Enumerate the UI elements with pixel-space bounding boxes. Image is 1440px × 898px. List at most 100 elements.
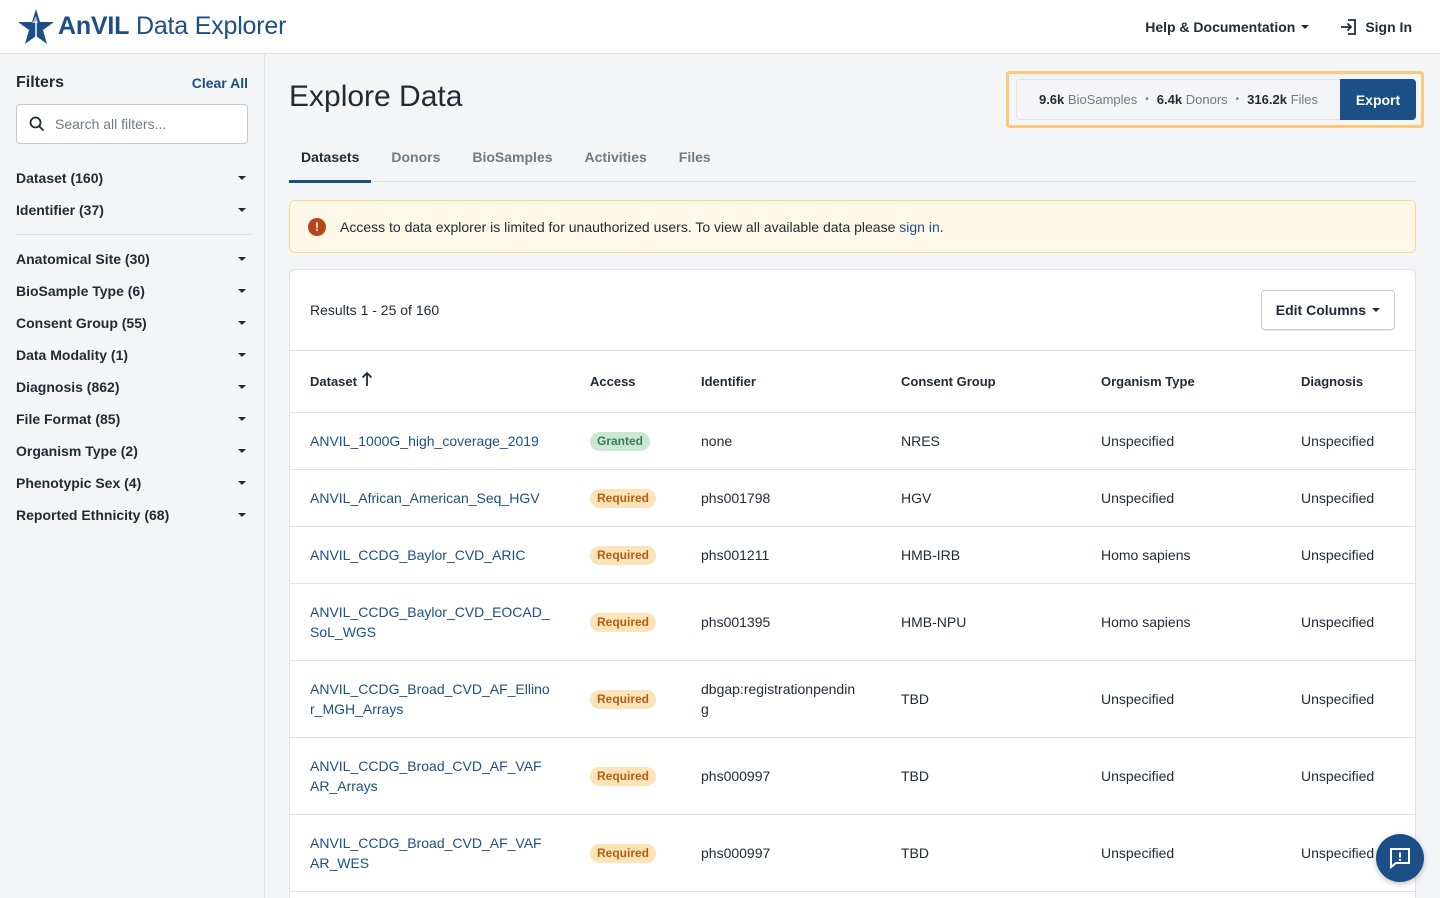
biosamples-count: 9.6k — [1038, 92, 1065, 107]
sort-arrow-icon[interactable] — [361, 371, 373, 392]
identifier-cell: none — [681, 412, 881, 470]
table-header-row: Dataset Access Identifier Consent Group Orga… — [290, 351, 1415, 413]
filter-item[interactable]: Organism Type (2) — [16, 435, 248, 467]
filter-search-box[interactable] — [16, 104, 248, 144]
consent-group-cell: NRES — [881, 412, 1081, 470]
dataset-link[interactable]: ANVIL_1000G_high_coverage_2019 — [310, 433, 539, 449]
access-badge: Required — [590, 489, 657, 508]
filter-item-label: Anatomical Site (30) — [16, 251, 150, 267]
column-header-label: Diagnosis — [1301, 373, 1364, 389]
filter-item[interactable]: Consent Group (55) — [16, 307, 248, 339]
diagnosis-cell: Unspecified — [1281, 660, 1415, 738]
tab-donors[interactable]: Donors — [379, 144, 452, 182]
dataset-link[interactable]: ANVIL_CCDG_Baylor_CVD_EOCAD_SoL_WGS — [310, 604, 550, 640]
column-header-label: Organism Type — [1101, 373, 1195, 389]
filter-item[interactable]: Data Modality (1) — [16, 339, 248, 371]
tab-files[interactable]: Files — [667, 144, 723, 182]
column-header-label: Consent Group — [901, 373, 996, 389]
sign-in-button[interactable]: Sign In — [1339, 17, 1424, 37]
chevron-down-icon — [238, 385, 246, 389]
filter-item-label: Identifier (37) — [16, 202, 104, 218]
column-header[interactable]: Consent Group — [881, 351, 1081, 413]
organism-type-cell: Unspecified — [1081, 660, 1281, 738]
filter-item-label: Consent Group (55) — [16, 315, 147, 331]
dataset-cell: ANVIL_African_American_Seq_HGV — [290, 469, 570, 527]
filter-item[interactable]: File Format (85) — [16, 403, 248, 435]
table-row[interactable]: ANVIL_CCDG_Baylor_CVD_EOCAD_SoL_WGS Requi… — [290, 583, 1415, 661]
results-card: Results 1 - 25 of 160 Edit Columns Datas… — [289, 269, 1416, 898]
filter-item[interactable]: Dataset (160) — [16, 162, 248, 194]
filter-item[interactable]: BioSample Type (6) — [16, 275, 248, 307]
table-row[interactable]: ANVIL_1000G_high_coverage_2019 Granted non… — [290, 412, 1415, 470]
filters-title: Filters — [16, 74, 65, 91]
organism-type-cell: Unspecified — [1081, 469, 1281, 527]
dataset-link[interactable]: ANVIL_CCDG_Baylor_CVD_ARIC — [310, 547, 526, 563]
results-count: Results 1 - 25 of 160 — [310, 302, 440, 318]
tab-activities[interactable]: Activities — [573, 144, 659, 182]
dataset-cell: ANVIL_CCDG_Broad_CVD_AF_VAFAR_WES — [290, 814, 570, 892]
chevron-down-icon — [238, 208, 246, 212]
filter-item[interactable]: Anatomical Site (30) — [16, 243, 248, 275]
filter-item-label: Phenotypic Sex (4) — [16, 475, 142, 491]
filter-item[interactable]: Diagnosis (862) — [16, 371, 248, 403]
help-documentation-menu[interactable]: Help & Documentation — [1145, 19, 1310, 35]
column-header[interactable]: Access — [570, 351, 681, 413]
filter-item[interactable]: Identifier (37) — [16, 194, 248, 226]
edit-columns-button[interactable]: Edit Columns — [1260, 290, 1395, 330]
separator-dot: • — [1145, 94, 1149, 105]
diagnosis-cell: Unspecified — [1281, 526, 1415, 584]
table-row[interactable]: ANVIL_CCDG_Broad_CVD_AF_VAFAR_Arrays Requ… — [290, 737, 1415, 815]
separator-dot: • — [1235, 94, 1240, 105]
datasets-table: Dataset Access Identifier Consent Group Orga… — [290, 351, 1415, 892]
dataset-link[interactable]: ANVIL_African_American_Seq_HGV — [310, 490, 540, 506]
column-header[interactable]: Dataset — [290, 351, 570, 413]
filter-item-label: Reported Ethnicity (68) — [16, 507, 170, 523]
tab-datasets[interactable]: Datasets — [289, 144, 372, 183]
dataset-cell: ANVIL_CCDG_Baylor_CVD_EOCAD_SoL_WGS — [290, 583, 570, 661]
diagnosis-cell: Unspecified — [1281, 737, 1415, 815]
logo-text: AnVIL Data Explorer — [58, 12, 287, 40]
column-header[interactable]: Organism Type — [1081, 351, 1281, 413]
table-row[interactable]: ANVIL_CCDG_Baylor_CVD_ARIC Required phs001… — [290, 526, 1415, 584]
column-header[interactable]: Diagnosis — [1281, 351, 1415, 413]
access-alert: ! Access to data explorer is limited for… — [289, 200, 1416, 253]
clear-all-button[interactable]: Clear All — [192, 75, 248, 91]
summary-highlight: 9.6k BioSamples • 6.4k Donors • 316.2k F… — [1006, 71, 1424, 128]
entity-tabs: Datasets Donors BioSamples Activities Files — [289, 144, 1416, 183]
access-badge: Required — [590, 546, 657, 565]
filter-item-label: File Format (85) — [16, 411, 121, 427]
access-cell: Required — [570, 660, 681, 738]
access-cell: Granted — [570, 412, 681, 470]
dataset-link[interactable]: ANVIL_CCDG_Broad_CVD_AF_VAFAR_WES — [310, 835, 542, 871]
dataset-link[interactable]: ANVIL_CCDG_Broad_CVD_AF_VAFAR_Arrays — [310, 758, 542, 794]
table-row[interactable]: ANVIL_CCDG_Broad_CVD_AF_VAFAR_WES Require… — [290, 814, 1415, 892]
sign-in-link[interactable]: sign in — [899, 219, 939, 235]
table-row[interactable]: ANVIL_African_American_Seq_HGV Required ph… — [290, 469, 1415, 527]
dataset-link[interactable]: ANVIL_CCDG_Broad_CVD_AF_Ellinor_MGH_Arra… — [310, 681, 550, 717]
chevron-down-icon — [238, 449, 246, 453]
chevron-down-icon — [1372, 308, 1380, 312]
alert-icon: ! — [308, 217, 326, 236]
filters-sidebar: Filters Clear All Dataset (160) Identifie… — [0, 54, 265, 898]
feedback-chat-button[interactable] — [1376, 834, 1424, 882]
anvil-star-logo-icon — [18, 8, 54, 44]
access-cell: Required — [570, 526, 681, 584]
access-cell: Required — [570, 737, 681, 815]
export-button[interactable]: Export — [1340, 79, 1416, 120]
identifier-cell: phs001395 — [681, 583, 881, 661]
biosamples-label: BioSamples — [1067, 92, 1138, 107]
access-cell: Required — [570, 469, 681, 527]
top-header: AnVIL Data Explorer Help & Documentation… — [0, 0, 1440, 54]
consent-group-cell: TBD — [881, 737, 1081, 815]
column-header[interactable]: Identifier — [681, 351, 881, 413]
consent-group-cell: HMB-NPU — [881, 583, 1081, 661]
filter-item[interactable]: Phenotypic Sex (4) — [16, 467, 248, 499]
filter-divider — [16, 234, 252, 235]
filter-item-label: Dataset (160) — [16, 170, 104, 186]
app-logo[interactable]: AnVIL Data Explorer — [16, 7, 286, 47]
table-row[interactable]: ANVIL_CCDG_Broad_CVD_AF_Ellinor_MGH_Arra… — [290, 660, 1415, 738]
filter-item[interactable]: Reported Ethnicity (68) — [16, 499, 248, 531]
filter-search-input[interactable] — [55, 116, 235, 132]
consent-group-cell: HMB-IRB — [881, 526, 1081, 584]
tab-biosamples[interactable]: BioSamples — [460, 144, 564, 182]
